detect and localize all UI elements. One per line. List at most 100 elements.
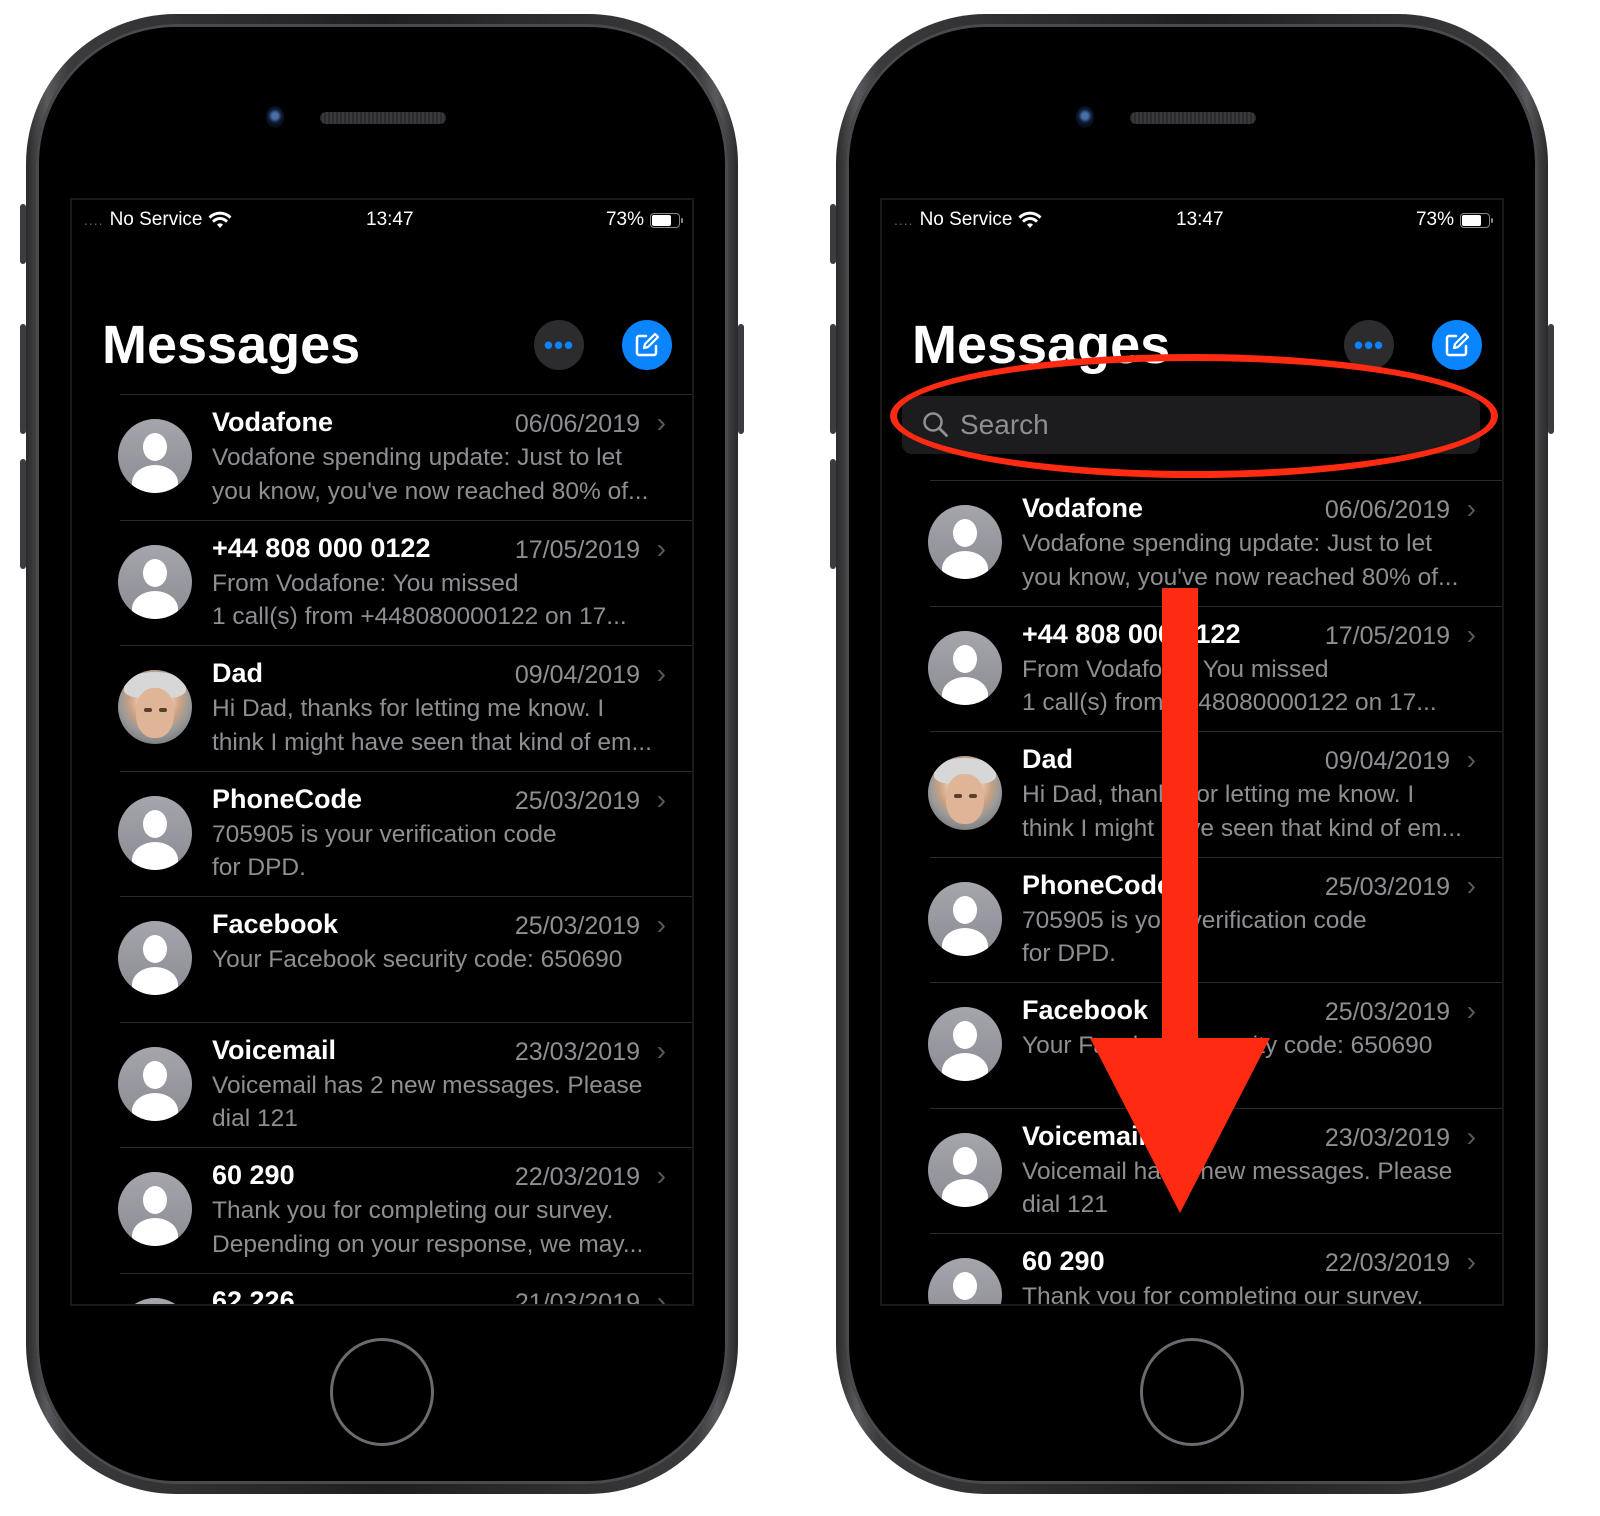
avatar-body [132, 465, 178, 493]
message-preview: Your Facebook security code: 650690 [212, 946, 623, 973]
ellipsis-icon: ••• [1353, 329, 1385, 360]
home-button[interactable] [330, 1338, 434, 1446]
volume-up-button [20, 324, 26, 434]
default-avatar-icon [928, 1132, 1002, 1207]
battery-fill [1462, 214, 1481, 226]
compose-button[interactable] [622, 320, 672, 370]
chevron-right-icon: › [1466, 1246, 1476, 1277]
ellipsis-icon: ••• [543, 329, 575, 360]
message-date: 17/05/2019 [514, 535, 640, 564]
conversation-row[interactable]: Facebook 25/03/2019 › Your Facebook secu… [118, 896, 692, 1022]
message-preview: Your Facebook security code: 650690 [1022, 1032, 1433, 1059]
conversation-row[interactable]: +44 808 000 0122 17/05/2019 › From Vodaf… [928, 605, 1502, 732]
conversation-row[interactable]: 60 290 22/03/2019 › Thank you for comple… [928, 1233, 1502, 1306]
message-date: 06/06/2019 [1324, 496, 1450, 524]
contact-name: PhoneCode [1022, 869, 1173, 900]
chevron-right-icon: › [1466, 618, 1476, 650]
message-preview: Vodafone spending update: Just to let yo… [1022, 530, 1459, 591]
contact-name: +44 808 000 0122 [212, 532, 431, 563]
signal-icon: .... [84, 212, 104, 228]
conversation-row[interactable]: Dad 09/04/2019 › Hi Dad, thanks for lett… [928, 731, 1502, 857]
battery-fill [652, 214, 671, 226]
compose-button[interactable] [1432, 320, 1482, 370]
contact-name: PhoneCode [212, 783, 363, 814]
more-button[interactable]: ••• [1344, 320, 1394, 370]
avatar-body [942, 1304, 988, 1306]
screen: .... No Service 13:47 73% Messages ••• [880, 198, 1504, 1306]
wifi-icon [208, 211, 232, 228]
volume-down-button [830, 459, 836, 569]
avatar-head [143, 433, 167, 461]
default-avatar-icon [118, 1172, 192, 1246]
conversation-row[interactable]: PhoneCode 25/03/2019 › 705905 is your ve… [118, 770, 692, 897]
avatar-head [143, 1186, 167, 1214]
battery-icon [650, 212, 683, 228]
message-date: 22/03/2019 [1324, 1249, 1450, 1277]
chevron-right-icon: › [1466, 995, 1476, 1026]
avatar-head [953, 895, 977, 924]
message-date: 23/03/2019 [514, 1037, 640, 1066]
power-button [738, 324, 744, 434]
contact-photo-avatar [928, 756, 1002, 830]
avatar-head [143, 809, 167, 838]
chevron-right-icon: › [656, 532, 666, 564]
mute-switch [20, 204, 26, 264]
avatar-head [143, 558, 167, 587]
search-input[interactable]: Search [902, 396, 1480, 454]
avatar-eye [969, 794, 977, 798]
chevron-right-icon: › [656, 658, 666, 689]
conversation-row[interactable]: Vodafone 06/06/2019 › Vodafone spending … [118, 394, 692, 520]
screen: .... No Service 13:47 73% Messages ••• [70, 198, 694, 1306]
contact-name: Dad [1022, 744, 1074, 774]
contact-name: 60 290 [212, 1160, 295, 1190]
message-date: 25/03/2019 [514, 912, 640, 940]
wifi-icon [1018, 211, 1042, 228]
message-preview: Thank you for completing our survey. [1022, 1283, 1424, 1306]
clock: 13:47 [366, 209, 414, 230]
message-preview: 705905 is your verification code for DPD… [212, 820, 557, 882]
default-avatar-icon [928, 1007, 1002, 1081]
page-title: Messages [102, 315, 361, 375]
chevron-right-icon: › [656, 783, 666, 815]
phone-bezel: .... No Service 13:47 73% Messages ••• [36, 24, 728, 1484]
contact-name: Vodafone [212, 407, 333, 437]
avatar-body [942, 1178, 988, 1207]
search-icon [923, 412, 948, 437]
contact-name: Voicemail [1022, 1120, 1147, 1151]
conversation-row[interactable]: PhoneCode 25/03/2019 › 705905 is your ve… [928, 856, 1502, 983]
signal-icon: .... [894, 212, 914, 228]
conversation-row[interactable]: +44 808 000 0122 17/05/2019 › From Vodaf… [118, 519, 692, 646]
header: Messages ••• [102, 310, 672, 380]
contact-name: Facebook [1022, 995, 1149, 1025]
message-date: 17/05/2019 [1324, 621, 1450, 650]
avatar-body [942, 551, 988, 579]
conversation-row[interactable]: Voicemail 23/03/2019 › Voicemail has 2 n… [928, 1107, 1502, 1234]
avatar-eye [954, 794, 962, 798]
contact-name: 62 226 [212, 1285, 295, 1306]
message-date: 06/06/2019 [514, 410, 640, 438]
message-preview: Hi Dad, thanks for letting me know. I th… [1022, 781, 1462, 842]
contact-name: +44 808 000 0122 [1022, 618, 1241, 649]
conversation-row[interactable]: 60 290 22/03/2019 › Thank you for comple… [118, 1147, 692, 1273]
conversation-row[interactable]: Vodafone 06/06/2019 › Vodafone spending … [928, 480, 1502, 606]
home-button[interactable] [1140, 1338, 1244, 1446]
front-camera [1076, 106, 1094, 128]
power-button [1548, 324, 1554, 434]
conversation-row[interactable]: 62 226 21/03/2019 › [118, 1272, 692, 1306]
phone-bezel: .... No Service 13:47 73% Messages ••• [846, 24, 1538, 1484]
conversation-row[interactable]: Dad 09/04/2019 › Hi Dad, thanks for lett… [118, 645, 692, 771]
more-button[interactable]: ••• [534, 320, 584, 370]
contact-name: Vodafone [1022, 493, 1143, 523]
avatar-head [953, 1021, 977, 1049]
default-avatar-icon [928, 505, 1002, 579]
message-preview: Hi Dad, thanks for letting me know. I th… [212, 695, 652, 756]
chevron-right-icon: › [656, 1034, 666, 1066]
conversation-row[interactable]: Voicemail 23/03/2019 › Voicemail has 2 n… [118, 1021, 692, 1148]
default-avatar-icon [118, 544, 192, 619]
default-avatar-icon [928, 1258, 1002, 1306]
avatar-head [953, 1146, 977, 1175]
avatar-head [953, 519, 977, 547]
message-date: 25/03/2019 [1324, 872, 1450, 901]
message-date: 23/03/2019 [1324, 1123, 1450, 1152]
conversation-row[interactable]: Facebook 25/03/2019 › Your Facebook secu… [928, 982, 1502, 1108]
